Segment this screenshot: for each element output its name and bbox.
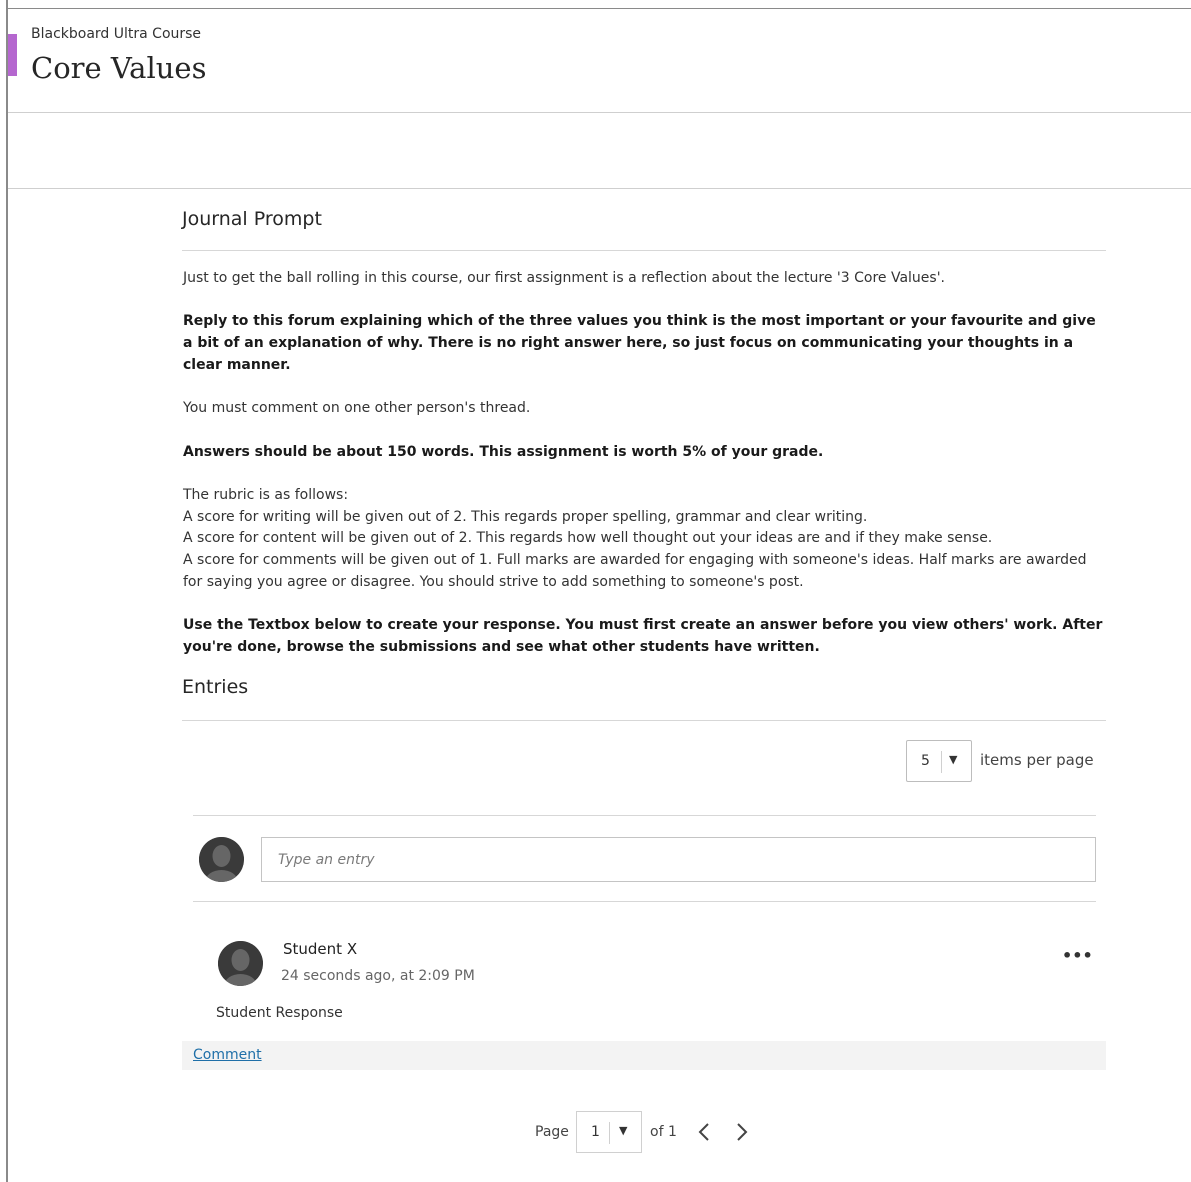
entry-timestamp: 24 seconds ago, at 2:09 PM <box>281 968 475 984</box>
chevron-left-icon <box>698 1123 709 1141</box>
items-per-page-value: 5 <box>921 753 930 769</box>
avatar-icon <box>199 837 244 882</box>
prompt-intro: Just to get the ball rolling in this cou… <box>183 270 945 286</box>
current-page-value: 1 <box>591 1124 600 1140</box>
divider <box>182 250 1106 251</box>
entry-body: Student Response <box>216 1005 343 1021</box>
user-silhouette-icon <box>218 941 263 986</box>
window-frame-left <box>6 0 8 1182</box>
entry-input[interactable] <box>261 837 1096 882</box>
more-options-icon[interactable]: ••• <box>1062 946 1093 968</box>
divider <box>8 112 1191 113</box>
comment-bar: Comment <box>182 1041 1106 1070</box>
chevron-right-icon <box>737 1123 748 1141</box>
course-accent-bar <box>8 34 17 76</box>
divider <box>182 720 1106 721</box>
page-select[interactable]: 1 ▼ <box>576 1111 642 1153</box>
user-silhouette-icon <box>199 837 244 882</box>
journal-prompt-heading: Journal Prompt <box>182 208 322 230</box>
items-per-page-label: items per page <box>980 751 1094 769</box>
course-name[interactable]: Blackboard Ultra Course <box>31 26 201 42</box>
page-label: Page <box>535 1124 569 1140</box>
rubric-comments: A score for comments will be given out o… <box>183 552 1087 590</box>
comment-link[interactable]: Comment <box>193 1047 262 1063</box>
next-page-button[interactable] <box>731 1117 753 1147</box>
entries-heading: Entries <box>182 676 249 698</box>
divider <box>193 815 1096 816</box>
items-per-page-select[interactable]: 5 ▼ <box>906 740 972 782</box>
rubric-writing: A score for writing will be given out of… <box>183 508 868 525</box>
previous-page-button[interactable] <box>693 1117 715 1147</box>
page-title: Core Values <box>31 51 207 85</box>
window-frame-top <box>6 8 1191 9</box>
chevron-down-icon: ▼ <box>949 753 958 766</box>
chevron-down-icon: ▼ <box>619 1124 628 1137</box>
prompt-length: Answers should be about 150 words. This … <box>183 443 824 460</box>
prompt-instruction: Reply to this forum explaining which of … <box>183 313 1096 373</box>
divider <box>8 188 1191 189</box>
rubric-content: A score for content will be given out of… <box>183 530 993 547</box>
prompt-comment-requirement: You must comment on one other person's t… <box>183 400 531 417</box>
journal-prompt-body: Just to get the ball rolling in this cou… <box>183 268 1103 659</box>
page-total-label: of 1 <box>650 1124 677 1140</box>
prompt-closing: Use the Textbox below to create your res… <box>183 617 1103 655</box>
entry-author: Student X <box>283 940 358 958</box>
rubric-heading: The rubric is as follows: <box>183 486 349 503</box>
divider <box>193 901 1096 902</box>
avatar-icon <box>218 941 263 986</box>
